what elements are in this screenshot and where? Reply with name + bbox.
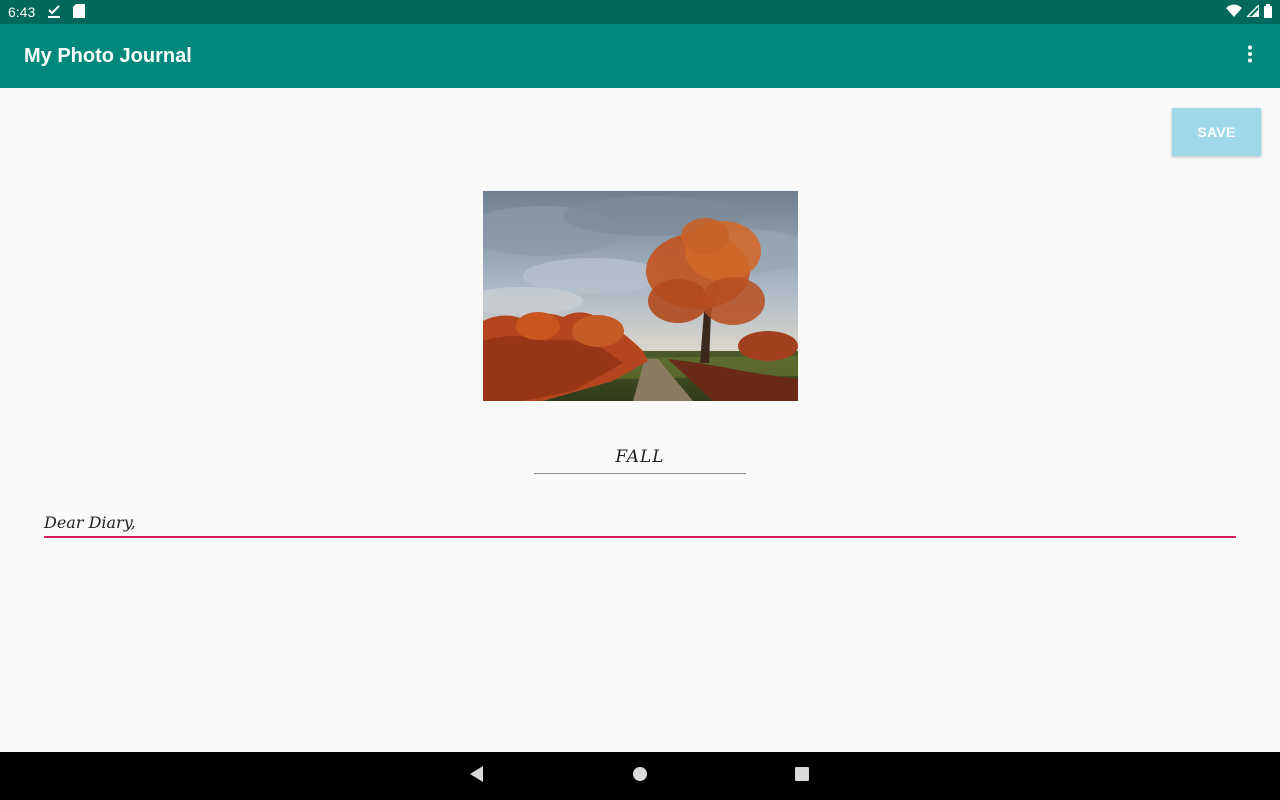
cell-signal-icon xyxy=(1245,3,1260,20)
status-bar: 6:43 xyxy=(0,0,1280,24)
home-icon xyxy=(632,766,648,787)
autumn-tree-image xyxy=(483,191,798,401)
wifi-icon xyxy=(1226,4,1242,20)
more-options-button[interactable] xyxy=(1232,36,1268,76)
title-input-value: FALL xyxy=(615,446,665,467)
system-nav-bar xyxy=(0,752,1280,800)
journal-entry-input[interactable]: Dear Diary, xyxy=(44,508,1236,538)
download-done-icon xyxy=(47,4,61,21)
journal-photo[interactable] xyxy=(483,191,798,401)
back-icon xyxy=(469,765,485,787)
home-button[interactable] xyxy=(616,752,664,800)
back-button[interactable] xyxy=(453,752,501,800)
save-button[interactable]: SAVE xyxy=(1172,108,1261,156)
recents-icon xyxy=(794,766,810,787)
status-left: 6:43 xyxy=(8,3,86,21)
more-vert-icon xyxy=(1247,45,1253,68)
sd-card-icon xyxy=(73,3,86,21)
battery-icon xyxy=(1264,3,1272,21)
status-time: 6:43 xyxy=(8,4,36,20)
app-title: My Photo Journal xyxy=(24,44,192,67)
recents-button[interactable] xyxy=(778,752,826,800)
app-bar: My Photo Journal xyxy=(0,24,1280,88)
journal-entry-value: Dear Diary, xyxy=(44,512,136,532)
title-input[interactable]: FALL xyxy=(534,440,746,474)
status-right xyxy=(1226,3,1272,21)
